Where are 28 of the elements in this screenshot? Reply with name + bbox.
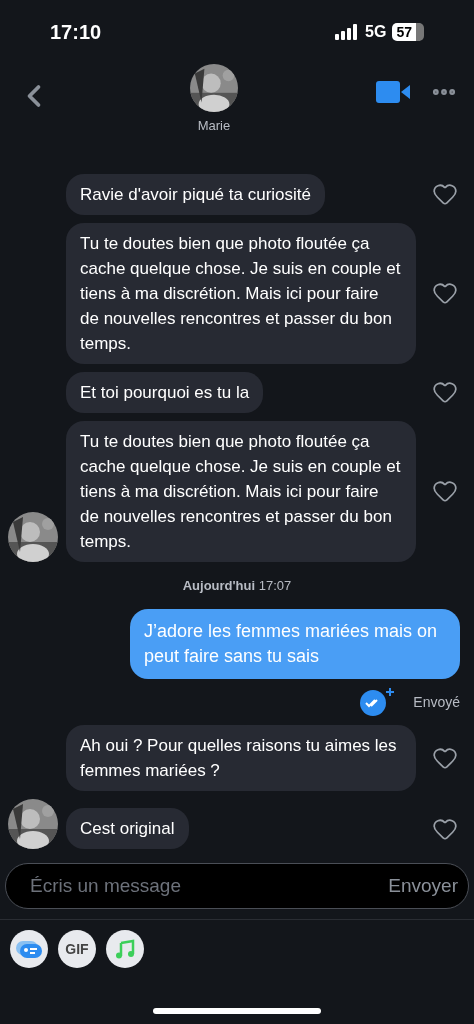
heart-icon[interactable] [432, 181, 458, 207]
message-bubble: J’adore les femmes mariées mais on peut faire sans tu sais [130, 609, 460, 679]
network-label: 5G [365, 22, 387, 42]
contact-name: Marie [197, 117, 231, 135]
message-bubble: Ravie d'avoir piqué ta curiosité [66, 173, 325, 215]
video-camera-icon[interactable] [376, 81, 410, 103]
message-bubble: Cest original [66, 808, 189, 849]
contact-card-icon [16, 940, 42, 958]
music-note-icon [115, 939, 135, 959]
card-button[interactable] [10, 930, 48, 968]
message-bubble: Tu te doutes bien que photo floutée ça cache quelque chose. Je suis en couple et tiens à ma discrétion. Mais ici pour faire de nouvelles rencontres et passer du bon temps. [66, 222, 416, 364]
heart-icon[interactable] [432, 745, 458, 771]
signal-icon [335, 24, 360, 40]
send-button[interactable]: Envoyer [388, 871, 458, 901]
message-bubble: Ah oui ? Pour quelles raisons tu aimes les femmes mariées ? [66, 725, 416, 791]
message-bubble: Tu te doutes bien que photo floutée ça cache quelque chose. Je suis en couple et tiens à ma discrétion. Mais ici pour faire de nouvelles rencontres et passer du bon temps. [66, 420, 416, 562]
clock: 17:10 [50, 20, 102, 45]
heart-icon[interactable] [432, 280, 458, 306]
message-bubble: Et toi pourquoi es tu la [66, 371, 264, 413]
heart-icon[interactable] [432, 379, 458, 405]
heart-icon[interactable] [432, 478, 458, 504]
double-check-icon [359, 687, 396, 717]
music-button[interactable] [106, 930, 144, 968]
date-separator: Aujourd'hui 17:07 [182, 576, 292, 595]
delivery-status: Envoyé [413, 692, 460, 712]
gif-button[interactable]: GIF [58, 930, 96, 968]
message-field[interactable]: Écris un message Envoyer [5, 863, 469, 909]
battery-indicator: 57 [392, 23, 424, 41]
